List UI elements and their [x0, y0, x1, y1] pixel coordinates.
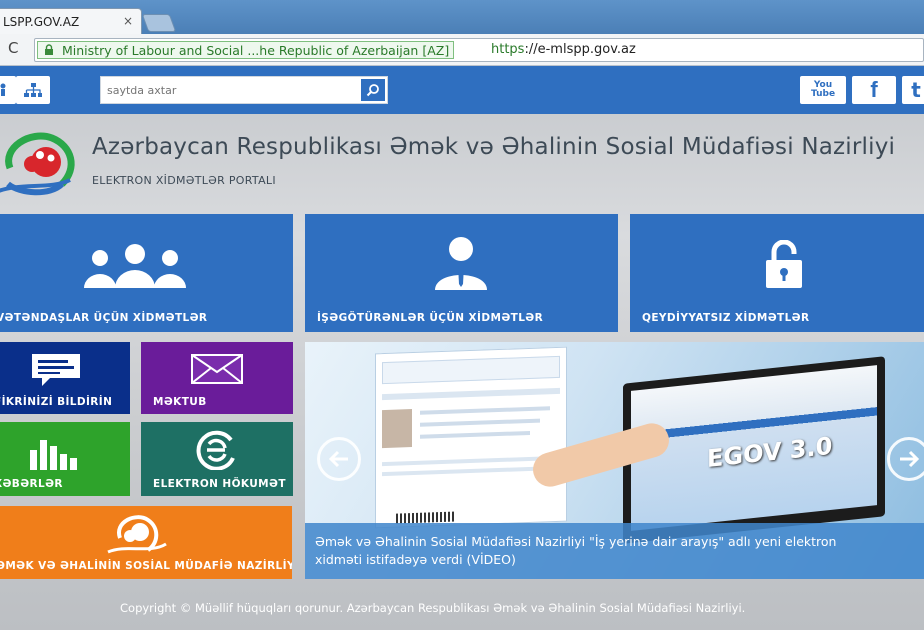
url-text[interactable]: https://e-mlspp.gov.az — [491, 42, 636, 57]
youtube-icon: You Tube — [810, 80, 836, 99]
ev-certificate-label: Ministry of Labour and Social ...he Repu… — [62, 43, 450, 58]
ministry-logo[interactable] — [0, 128, 86, 202]
footer-copyright: Copyright © Müəllif hüquqları qorunur. A… — [120, 601, 746, 615]
close-tab-icon[interactable]: × — [123, 14, 133, 28]
unlock-icon — [766, 240, 802, 288]
search-button[interactable] — [361, 79, 385, 101]
bar-chart-icon — [30, 440, 77, 470]
arrow-right-icon — [900, 450, 920, 468]
top-bar: You Tube f t — [0, 66, 924, 114]
browser-tab[interactable]: LSPP.GOV.AZ × — [0, 8, 142, 34]
new-tab-button[interactable] — [141, 14, 177, 32]
page: You Tube f t Azərbaycan Respublikası Əmə… — [0, 66, 924, 630]
page-title: Azərbaycan Respublikası Əmək və Əhalinin… — [92, 134, 896, 160]
tile-egov-label: ELEKTRON HÖKUMƏT — [153, 478, 286, 490]
tile-citizens-label: VƏTƏNDAŞLAR ÜÇÜN XİDMƏTLƏR — [0, 312, 208, 324]
lock-icon — [45, 44, 53, 55]
tile-ministry[interactable]: ƏMƏK VƏ ƏHALİNİN SOSİAL MÜDAFİƏ NAZİRLİY… — [0, 506, 292, 579]
sitemap-icon — [24, 83, 42, 97]
businessman-icon — [435, 237, 487, 290]
twitter-button[interactable]: t — [902, 76, 924, 104]
slide-caption-line-1: Əmək və Əhalinin Sosial Müdafiəsi Nazirl… — [315, 534, 837, 549]
slider-next-button[interactable] — [887, 437, 924, 481]
url-scheme: https — [491, 42, 525, 57]
twitter-icon: t — [911, 78, 921, 102]
tile-unregistered-label: QEYDİYYATSIZ XİDMƏTLƏR — [642, 312, 810, 324]
tile-employers-label: İŞƏGÖTÜRƏNLƏR ÜÇÜN XİDMƏTLƏR — [317, 312, 544, 324]
speech-bubble-icon — [32, 354, 80, 386]
tile-ministry-label: ƏMƏK VƏ ƏHALİNİN SOSİAL MÜDAFİƏ NAZİRLİY… — [0, 560, 292, 572]
tile-unregistered-services[interactable]: QEYDİYYATSIZ XİDMƏTLƏR — [630, 214, 924, 332]
news-slider[interactable]: EGOV 3.0 Əmək və Əhalinin Sosial Müdafiə… — [305, 342, 924, 579]
search-box — [100, 76, 388, 104]
slide-caption[interactable]: Əmək və Əhalinin Sosial Müdafiəsi Nazirl… — [305, 523, 924, 579]
tab-title: LSPP.GOV.AZ — [3, 15, 80, 29]
tile-letter-label: MƏKTUB — [153, 396, 207, 408]
arrow-left-icon — [328, 450, 348, 468]
egov-logo-icon — [196, 430, 235, 470]
slide-document-image — [375, 346, 567, 529]
ev-certificate-badge[interactable]: Ministry of Labour and Social ...he Repu… — [37, 41, 455, 59]
tile-egov[interactable]: ELEKTRON HÖKUMƏT — [141, 422, 293, 496]
group-icon — [84, 244, 186, 288]
reload-icon[interactable]: C — [8, 39, 18, 57]
tile-news[interactable]: XƏBƏRLƏR — [0, 422, 130, 496]
tile-letter[interactable]: MƏKTUB — [141, 342, 293, 414]
browser-tabstrip: LSPP.GOV.AZ × — [0, 0, 924, 34]
facebook-icon: f — [870, 77, 878, 102]
address-bar[interactable]: Ministry of Labour and Social ...he Repu… — [34, 38, 924, 62]
search-input[interactable] — [101, 77, 351, 103]
envelope-icon — [191, 354, 243, 384]
slider-prev-button[interactable] — [317, 437, 361, 481]
tile-citizens-services[interactable]: VƏTƏNDAŞLAR ÜÇÜN XİDMƏTLƏR — [0, 214, 293, 332]
slide-caption-line-2: xidməti istifadəyə verdi (VİDEO) — [315, 552, 516, 567]
person-icon — [0, 83, 6, 96]
search-icon — [366, 84, 379, 97]
portal-subtitle: ELEKTRON XİDMƏTLƏR PORTALI — [92, 174, 276, 187]
ministry-emblem-icon — [107, 515, 167, 554]
tile-employers-services[interactable]: İŞƏGÖTÜRƏNLƏR ÜÇÜN XİDMƏTLƏR — [305, 214, 618, 332]
facebook-button[interactable]: f — [852, 76, 896, 104]
browser-toolbar: C Ministry of Labour and Social ...he Re… — [0, 34, 924, 66]
tile-news-label: XƏBƏRLƏR — [0, 478, 63, 490]
youtube-button[interactable]: You Tube — [800, 76, 846, 104]
accessibility-button[interactable] — [0, 76, 16, 104]
sitemap-button[interactable] — [16, 76, 50, 104]
url-host: ://e-mlspp.gov.az — [524, 42, 636, 57]
tile-feedback-label: FİKRİNİZİ BİLDİRİN — [0, 396, 113, 408]
tile-feedback[interactable]: FİKRİNİZİ BİLDİRİN — [0, 342, 130, 414]
